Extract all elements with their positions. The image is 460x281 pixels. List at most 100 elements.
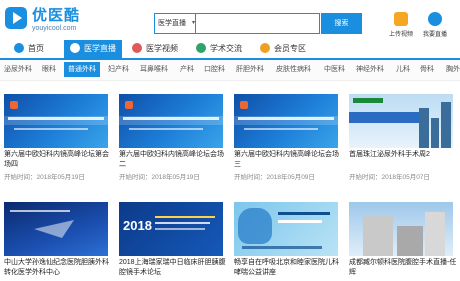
card-thumbnail[interactable]: 2018 <box>119 202 223 256</box>
banner-band <box>349 112 419 123</box>
banner-text-line <box>14 128 88 130</box>
category-item[interactable]: 神经外科 <box>356 60 384 80</box>
banner-text-line <box>10 210 70 212</box>
banner-text-line <box>155 222 210 224</box>
banner-text-line <box>242 246 322 249</box>
card-title[interactable]: 中山大学孙逸仙纪念医院胆胰外科转化医学外科中心 <box>4 258 114 278</box>
nav-home-label: 首页 <box>28 44 44 53</box>
card-title[interactable]: 成都臧尔顿科医院腹腔手术直播-任辉 <box>349 258 459 278</box>
nav-vip[interactable]: 会员专区 <box>260 40 306 58</box>
banner-text-line <box>8 117 104 120</box>
live-card[interactable]: 中山大学孙逸仙纪念医院胆胰外科转化医学外科中心 <box>4 202 109 281</box>
video-icon <box>132 42 142 53</box>
live-card[interactable]: 畅享自在呼吸北京和睦家医院儿科哮喘公益讲座 <box>234 202 339 281</box>
live-card[interactable]: 成都臧尔顿科医院腹腔手术直播-任辉 <box>349 202 456 281</box>
live-card[interactable]: 第六届中欧妇科内镜高峰论坛第会场四 开始时间：2018年05月19日 <box>4 94 109 186</box>
nav-video-label: 医学视频 <box>146 44 178 53</box>
site-header: 优医酷 youyicool.com 医学直播 ▾ 搜索 上传视频 我要直播 <box>0 0 460 42</box>
category-item[interactable]: 口腔科 <box>204 60 225 80</box>
nav-academic[interactable]: 学术交流 <box>196 40 242 58</box>
upload-icon <box>394 12 408 26</box>
category-item[interactable]: 皮肤性病科 <box>276 60 311 80</box>
search-category-select[interactable]: 医学直播 ▾ <box>154 13 196 34</box>
logo-subtext: youyicool.com <box>32 25 77 32</box>
card-title[interactable]: 首届珠江泌尿外科手术周2 <box>349 150 459 160</box>
home-icon <box>14 42 24 53</box>
live-icon <box>70 42 80 53</box>
building-shape <box>441 102 451 148</box>
card-title[interactable]: 第六届中欧妇科内镜高峰论坛第会场四 <box>4 150 114 170</box>
logo-play-icon <box>5 7 27 29</box>
card-thumbnail[interactable] <box>349 94 453 148</box>
card-date: 开始时间：2018年05月09日 <box>234 174 315 181</box>
logo-text: 优医酷 <box>32 7 81 24</box>
category-item[interactable]: 骨科 <box>420 60 434 80</box>
chat-icon <box>196 42 206 53</box>
search-button[interactable]: 搜索 <box>321 13 362 34</box>
card-thumbnail[interactable] <box>119 94 223 148</box>
category-item[interactable]: 耳鼻喉科 <box>140 60 168 80</box>
lung-icon <box>238 208 272 244</box>
building-shape <box>363 216 393 256</box>
category-bar: 泌尿外科 眼科 普通外科 妇产科 耳鼻喉科 产科 口腔科 肝胆外科 皮肤性病科 … <box>0 60 460 81</box>
category-item[interactable]: 中医科 <box>324 60 345 80</box>
category-item[interactable]: 胸外 <box>446 60 460 80</box>
category-item-active[interactable]: 普通外科 <box>64 62 100 77</box>
nav-academic-label: 学术交流 <box>210 44 242 53</box>
card-title[interactable]: 第六届中欧妇科内镜高峰论坛会场二 <box>119 150 229 170</box>
nav-vip-label: 会员专区 <box>274 44 306 53</box>
live-card[interactable]: 第六届中欧妇科内镜高峰论坛会场三 开始时间：2018年05月09日 <box>234 94 339 186</box>
card-title[interactable]: 2018上海瑞家瑞中日临床肝胆胰腹腔镜手术论坛 <box>119 258 229 278</box>
upload-video-button[interactable]: 上传视频 <box>384 12 418 38</box>
category-item[interactable]: 眼科 <box>42 60 56 80</box>
banner-text-line <box>129 128 203 130</box>
search-bar: 医学直播 ▾ 搜索 <box>154 13 362 34</box>
year-badge: 2018 <box>123 218 152 233</box>
banner-text-line <box>238 117 334 120</box>
user-icon <box>428 12 442 26</box>
vip-icon <box>260 42 270 53</box>
building-shape <box>419 108 429 148</box>
card-thumbnail[interactable] <box>234 94 338 148</box>
nav-video[interactable]: 医学视频 <box>132 40 178 58</box>
conference-logo-icon <box>125 101 133 109</box>
card-thumbnail[interactable] <box>349 202 453 256</box>
banner-text-line <box>278 220 322 223</box>
nav-live[interactable]: 医学直播 <box>64 40 122 58</box>
search-input[interactable] <box>195 13 320 34</box>
live-card[interactable]: 第六届中欧妇科内镜高峰论坛会场二 开始时间：2018年05月19日 <box>119 94 224 186</box>
card-title[interactable]: 第六届中欧妇科内镜高峰论坛会场三 <box>234 150 344 170</box>
nav-home[interactable]: 首页 <box>14 40 44 58</box>
want-live-label: 我要直播 <box>422 32 447 38</box>
building-shape <box>431 118 439 148</box>
card-date: 开始时间：2018年05月19日 <box>4 174 85 181</box>
paper-plane-icon <box>34 220 74 238</box>
category-item[interactable]: 泌尿外科 <box>4 60 32 80</box>
card-date: 开始时间：2018年05月07日 <box>349 174 430 181</box>
category-item[interactable]: 产科 <box>180 60 194 80</box>
conference-logo-icon <box>10 101 18 109</box>
hospital-logo-icon <box>353 98 383 103</box>
category-item[interactable]: 儿科 <box>396 60 410 80</box>
search-category-value: 医学直播 <box>158 20 186 27</box>
live-card[interactable]: 首届珠江泌尿外科手术周2 开始时间：2018年05月07日 <box>349 94 453 186</box>
card-thumbnail[interactable] <box>234 202 338 256</box>
category-item[interactable]: 妇产科 <box>108 60 129 80</box>
banner-text-line <box>244 128 318 130</box>
nav-live-label: 医学直播 <box>84 44 116 53</box>
card-thumbnail[interactable] <box>4 94 108 148</box>
live-card[interactable]: 2018 2018上海瑞家瑞中日临床肝胆胰腹腔镜手术论坛 <box>119 202 226 281</box>
building-shape <box>397 226 423 256</box>
category-item[interactable]: 肝胆外科 <box>236 60 264 80</box>
card-title[interactable]: 畅享自在呼吸北京和睦家医院儿科哮喘公益讲座 <box>234 258 344 278</box>
banner-text-line <box>155 228 205 230</box>
card-thumbnail[interactable] <box>4 202 108 256</box>
want-live-button[interactable]: 我要直播 <box>418 12 452 38</box>
upload-video-label: 上传视频 <box>388 32 413 38</box>
banner-text-line <box>278 212 330 215</box>
card-date: 开始时间：2018年05月19日 <box>119 174 200 181</box>
main-nav: 首页 医学直播 医学视频 学术交流 会员专区 <box>0 40 460 60</box>
banner-text-line <box>155 216 215 218</box>
banner-text-line <box>123 117 219 120</box>
building-shape <box>425 212 445 256</box>
